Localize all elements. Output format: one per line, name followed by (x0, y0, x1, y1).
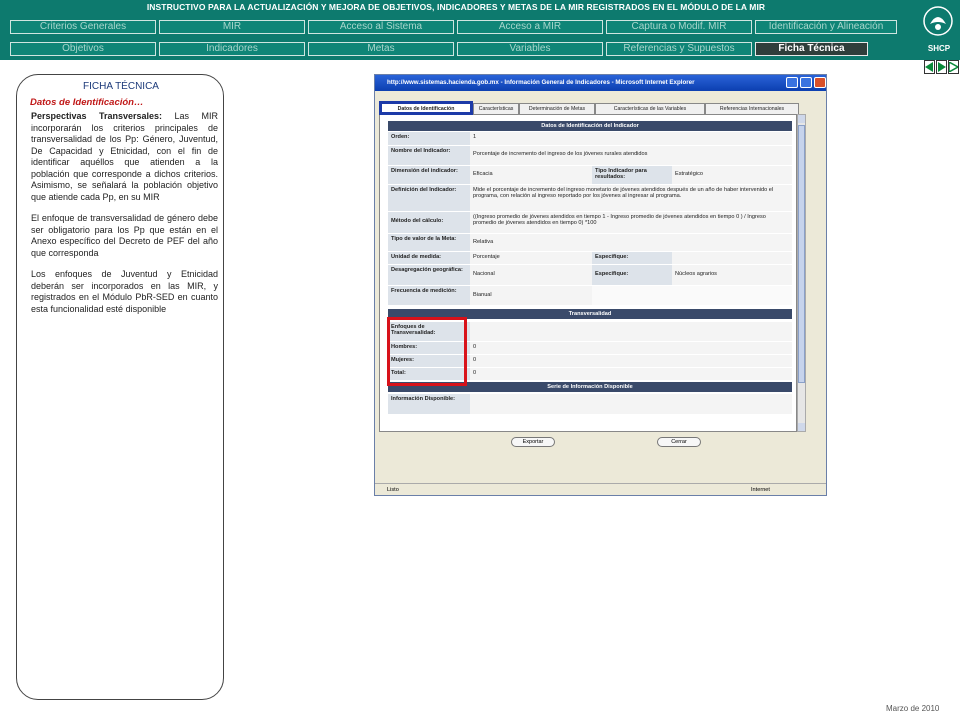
ie-buttons: Exportar Cerrar (375, 437, 828, 447)
vertical-scrollbar[interactable] (797, 114, 806, 432)
row-value (672, 252, 792, 264)
table-row: Definición del Indicador: Mide el porcen… (388, 185, 792, 212)
scroll-up-icon[interactable] (798, 115, 805, 123)
ie-statusbar: Listo Internet (375, 483, 826, 495)
row-label: Desagregación geográfica: (388, 265, 470, 285)
prev-arrow-icon[interactable] (924, 60, 935, 74)
row-label: Tipo Indicador para resultados: (592, 166, 672, 184)
row-value: 1 (470, 132, 792, 145)
row-label: Orden: (388, 132, 470, 145)
row-label: Frecuencia de medición: (388, 286, 470, 305)
row-label: Unidad de medida: (388, 252, 470, 264)
export-button[interactable]: Exportar (511, 437, 555, 447)
panel-subtitle: Datos de Identificación… (30, 97, 144, 108)
table-row: Orden: 1 (388, 132, 792, 146)
row-value: Porcentaje (470, 252, 592, 264)
footer-date: Marzo de 2010 (886, 704, 940, 713)
nav-acceso-sistema[interactable]: Acceso al Sistema (308, 20, 454, 34)
row-value: 0 (470, 342, 792, 354)
row-value: Relativa (470, 234, 792, 251)
paragraph-juventud: Los enfoques de Juventud y Etnicidad deb… (31, 269, 218, 314)
row-value: Estratégico (672, 166, 792, 184)
table-row: Unidad de medida: Porcentaje Especifique… (388, 252, 792, 265)
minimize-icon[interactable] (786, 77, 798, 88)
nav-captura-mir[interactable]: Captura o Modif. MIR (606, 20, 752, 34)
highlight-transversalidad-box (387, 317, 467, 386)
row-empty-cell (672, 286, 792, 305)
row-value (470, 322, 792, 341)
row-label: Información Disponible: (388, 394, 470, 414)
row-label: Nombre del Indicador: (388, 146, 470, 165)
row-label: Definición del Indicador: (388, 185, 470, 211)
status-text: Listo (387, 487, 399, 493)
tab-caracteristicas-variables[interactable]: Características de las Variables (595, 103, 705, 114)
scroll-thumb[interactable] (798, 125, 805, 383)
nav-metas[interactable]: Metas (308, 42, 454, 56)
nav-indicadores[interactable]: Indicadores (159, 42, 305, 56)
paragraph-perspectivas: Perspectivas Transversales: Las MIR inco… (31, 111, 218, 203)
row-value: Porcentaje de incremento del ingreso de … (470, 146, 792, 165)
row-empty-cell (592, 286, 672, 305)
panel-text: Perspectivas Transversales: Las MIR inco… (31, 111, 218, 325)
ie-title-text: http://www.sistemas.hacienda.gob.mx - In… (387, 79, 695, 86)
perspectivas-text: Las MIR incorporarán los criterios princ… (31, 111, 218, 202)
nav-referencias[interactable]: Referencias y Supuestos (606, 42, 752, 56)
info-panel: FICHA TÉCNICA Datos de Identificación… P… (16, 74, 224, 700)
page-title: INSTRUCTIVO PARA LA ACTUALIZACIÓN Y MEJO… (146, 2, 766, 12)
row-value: Eficacia (470, 166, 592, 184)
scroll-down-icon[interactable] (798, 423, 805, 431)
return-arrow-icon[interactable] (948, 60, 959, 74)
row-label: Especifique: (592, 252, 672, 264)
perspectivas-heading: Perspectivas Transversales: (31, 111, 163, 121)
row-value: Núcleos agrarios (672, 265, 792, 285)
close-icon[interactable] (814, 77, 826, 88)
row-value (470, 394, 792, 414)
row-label: Tipo de valor de la Meta: (388, 234, 470, 251)
row-value: 0 (470, 355, 792, 367)
nav-identificacion[interactable]: Identificación y Alineación (755, 20, 897, 34)
close-button[interactable]: Cerrar (657, 437, 701, 447)
row-label: Especifique: (592, 265, 672, 285)
table-row: Tipo de valor de la Meta: Relativa (388, 234, 792, 252)
maximize-icon[interactable] (800, 77, 812, 88)
row-value: Bianual (470, 286, 592, 305)
nav-ficha-tecnica[interactable]: Ficha Técnica (755, 42, 868, 56)
highlight-tab-box (379, 101, 473, 115)
row-label: Dimensión del indicador: (388, 166, 470, 184)
nav-criterios-generales[interactable]: Criterios Generales (10, 20, 156, 34)
tab-caracteristicas[interactable]: Características (473, 103, 519, 114)
table-row: Frecuencia de medición: Bianual (388, 286, 792, 306)
nav-variables[interactable]: Variables (457, 42, 603, 56)
nav-acceso-mir[interactable]: Acceso a MIR (457, 20, 603, 34)
row-value: Nacional (470, 265, 592, 285)
header-bar: INSTRUCTIVO PARA LA ACTUALIZACIÓN Y MEJO… (0, 0, 960, 60)
navigation-arrows (924, 60, 959, 76)
tab-determinacion-metas[interactable]: Determinación de Metas (519, 103, 595, 114)
row-value: Mide el porcentaje de incremento del ing… (470, 185, 792, 211)
table-row: Información Disponible: (388, 394, 792, 415)
table-row: Nombre del Indicador: Porcentaje de incr… (388, 146, 792, 166)
shcp-logo: SHCP (927, 44, 951, 53)
paragraph-genero: El enfoque de transversalidad de género … (31, 213, 218, 258)
ie-titlebar: http://www.sistemas.hacienda.gob.mx - In… (375, 75, 826, 91)
table-row: Método del cálculo: ((Ingreso promedio d… (388, 212, 792, 234)
table-row: Dimensión del indicador: Eficacia Tipo I… (388, 166, 792, 185)
panel-title: FICHA TÉCNICA (83, 81, 159, 92)
next-arrow-icon[interactable] (936, 60, 947, 74)
mexico-seal-icon (918, 2, 958, 40)
tab-referencias-internacionales[interactable]: Referencias Internacionales (705, 103, 799, 114)
row-value: ((Ingreso promedio de jóvenes atendidos … (470, 212, 792, 233)
ie-window: http://www.sistemas.hacienda.gob.mx - In… (374, 74, 827, 496)
zone-text: Internet (751, 487, 770, 493)
nav-objetivos[interactable]: Objetivos (10, 42, 156, 56)
row-label: Método del cálculo: (388, 212, 470, 233)
section-datos-identificacion: Datos de Identificación del Indicador (388, 121, 792, 131)
nav-mir[interactable]: MIR (159, 20, 305, 34)
row-value: 0 (470, 368, 792, 380)
table-row: Desagregación geográfica: Nacional Espec… (388, 265, 792, 286)
